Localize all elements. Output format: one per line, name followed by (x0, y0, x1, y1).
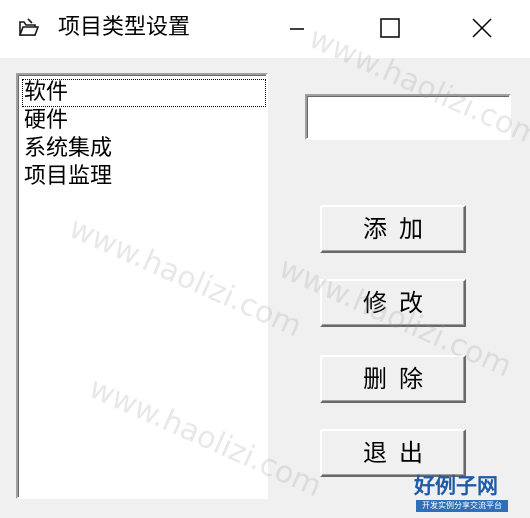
window-title: 项目类型设置 (58, 15, 191, 40)
list-item[interactable]: 系统集成 (22, 135, 112, 163)
project-type-settings-window: 项目类型设置 软件 硬件 系统集成 项目监理 添加 修改 删除 退出 www.h… (0, 0, 530, 518)
form-window-icon[interactable] (18, 18, 40, 38)
title-bar[interactable]: 项目类型设置 (0, 0, 530, 58)
maximize-icon (380, 18, 400, 38)
add-button[interactable]: 添加 (320, 205, 466, 253)
exit-button[interactable]: 退出 (320, 429, 466, 477)
list-item[interactable]: 硬件 (22, 107, 68, 135)
site-logo: 好例子网 开发实例分享交流平台 (414, 474, 510, 514)
logo-main-text: 好例子网 (414, 473, 498, 498)
close-icon (472, 18, 492, 38)
delete-button[interactable]: 删除 (320, 355, 466, 403)
project-type-list[interactable]: 软件 硬件 系统集成 项目监理 (16, 73, 268, 499)
list-item[interactable]: 项目监理 (22, 163, 112, 191)
type-name-input[interactable] (305, 94, 511, 140)
list-item[interactable]: 软件 (22, 79, 266, 107)
maximize-button[interactable] (354, 0, 424, 58)
logo-sub-text: 开发实例分享交流平台 (416, 500, 508, 512)
minimize-icon (290, 28, 304, 30)
minimize-button[interactable] (262, 0, 332, 58)
close-button[interactable] (446, 0, 516, 58)
edit-button[interactable]: 修改 (320, 279, 466, 327)
